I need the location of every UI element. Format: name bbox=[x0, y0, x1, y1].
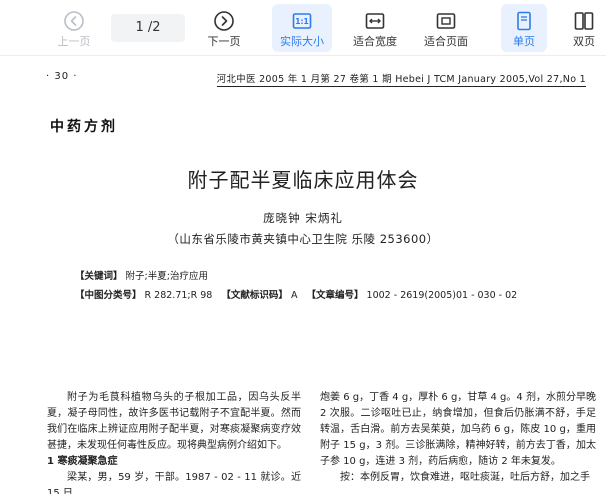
next-page-label: 下一页 bbox=[207, 35, 241, 48]
chevron-left-circle-icon bbox=[64, 11, 84, 31]
classification-line: 【中图分类号】 R 282.71;R 98 【文献标识码】 A 【文章编号】 1… bbox=[75, 287, 517, 301]
authors: 庞晓钟 宋炳礼 bbox=[263, 211, 343, 225]
body-paragraph: 梁某，男，59 岁，干部。1987 - 02 - 11 就诊。近 15 日 bbox=[47, 472, 301, 494]
keywords-value: 附子;半夏;治疗应用 bbox=[125, 271, 208, 282]
body-column-left: 附子为毛茛科植物乌头的子根加工品，因乌头反半夏，凝子母同性，故许多医书记载附子不… bbox=[47, 390, 301, 494]
body-paragraph: 炮姜 6 g，丁香 4 g，厚朴 6 g，甘草 4 g。4 剂，水煎分早晚 2 … bbox=[320, 392, 596, 467]
two-page-icon bbox=[574, 12, 594, 30]
two-page-button[interactable]: 双页 bbox=[561, 4, 606, 52]
keywords-line: 【关键词】 附子;半夏;治疗应用 bbox=[75, 268, 208, 282]
fit-width-button[interactable]: 适合宽度 bbox=[346, 4, 404, 52]
document-viewport[interactable]: · 30 · 河北中医 2005 年 1 月第 27 卷第 1 期 Hebei … bbox=[0, 57, 606, 494]
affiliation: （山东省乐陵市黄夹镇中心卫生院 乐陵 253600） bbox=[167, 232, 439, 246]
section-heading: 1 寒痰凝聚急症 bbox=[47, 456, 118, 467]
article-title: 附子配半夏临床应用体会 bbox=[187, 168, 419, 192]
page-number: · 30 · bbox=[46, 71, 78, 82]
id-value: 1002 - 2619(2005)01 - 030 - 02 bbox=[366, 290, 518, 301]
journal-citation: 河北中医 2005 年 1 月第 27 卷第 1 期 Hebei J TCM J… bbox=[216, 71, 586, 87]
two-page-label: 双页 bbox=[573, 35, 595, 48]
actual-size-label: 实际大小 bbox=[280, 35, 324, 48]
viewer-toolbar: 上一页 1 /2 下一页 1:1 实际大小 适合宽度 适合页面 单页 双页 bbox=[0, 0, 606, 56]
prev-page-button[interactable]: 上一页 bbox=[48, 4, 100, 52]
single-page-button[interactable]: 单页 bbox=[501, 4, 547, 52]
running-head: · 30 · 河北中医 2005 年 1 月第 27 卷第 1 期 Hebei … bbox=[46, 71, 586, 89]
document-page: · 30 · 河北中医 2005 年 1 月第 27 卷第 1 期 Hebei … bbox=[0, 57, 606, 494]
fit-width-icon bbox=[365, 13, 385, 29]
keywords-label: 【关键词】 bbox=[75, 271, 123, 282]
fit-page-button[interactable]: 适合页面 bbox=[417, 4, 475, 52]
actual-size-icon-text: 1:1 bbox=[295, 17, 308, 26]
single-page-label: 单页 bbox=[513, 35, 535, 48]
fit-width-label: 适合宽度 bbox=[353, 35, 397, 48]
single-page-icon bbox=[517, 11, 531, 31]
class-label: 【中图分类号】 bbox=[75, 290, 142, 301]
actual-size-button[interactable]: 1:1 实际大小 bbox=[272, 4, 332, 52]
page-number-input[interactable]: 1 /2 bbox=[111, 14, 185, 42]
code-value: A bbox=[290, 290, 298, 301]
body-column-right: 炮姜 6 g，丁香 4 g，厚朴 6 g，甘草 4 g。4 剂，水煎分早晚 2 … bbox=[320, 390, 596, 486]
body-paragraph: 按：本例反胃，饮食难进，呕吐痰涎，吐后方舒，加之手 bbox=[340, 472, 590, 483]
column-name: 中药方剂 bbox=[50, 119, 118, 135]
body-paragraph: 附子为毛茛科植物乌头的子根加工品，因乌头反半夏，凝子母同性，故许多医书记载附子不… bbox=[47, 392, 301, 451]
id-label: 【文章编号】 bbox=[306, 290, 364, 301]
prev-page-label: 上一页 bbox=[57, 35, 91, 48]
class-value: R 282.71;R 98 bbox=[144, 290, 213, 301]
fit-page-label: 适合页面 bbox=[424, 35, 468, 48]
next-page-button[interactable]: 下一页 bbox=[198, 4, 250, 52]
fit-page-icon bbox=[436, 13, 456, 29]
code-label: 【文献标识码】 bbox=[221, 290, 288, 301]
actual-size-icon: 1:1 bbox=[292, 13, 312, 29]
chevron-right-circle-icon bbox=[214, 11, 234, 31]
